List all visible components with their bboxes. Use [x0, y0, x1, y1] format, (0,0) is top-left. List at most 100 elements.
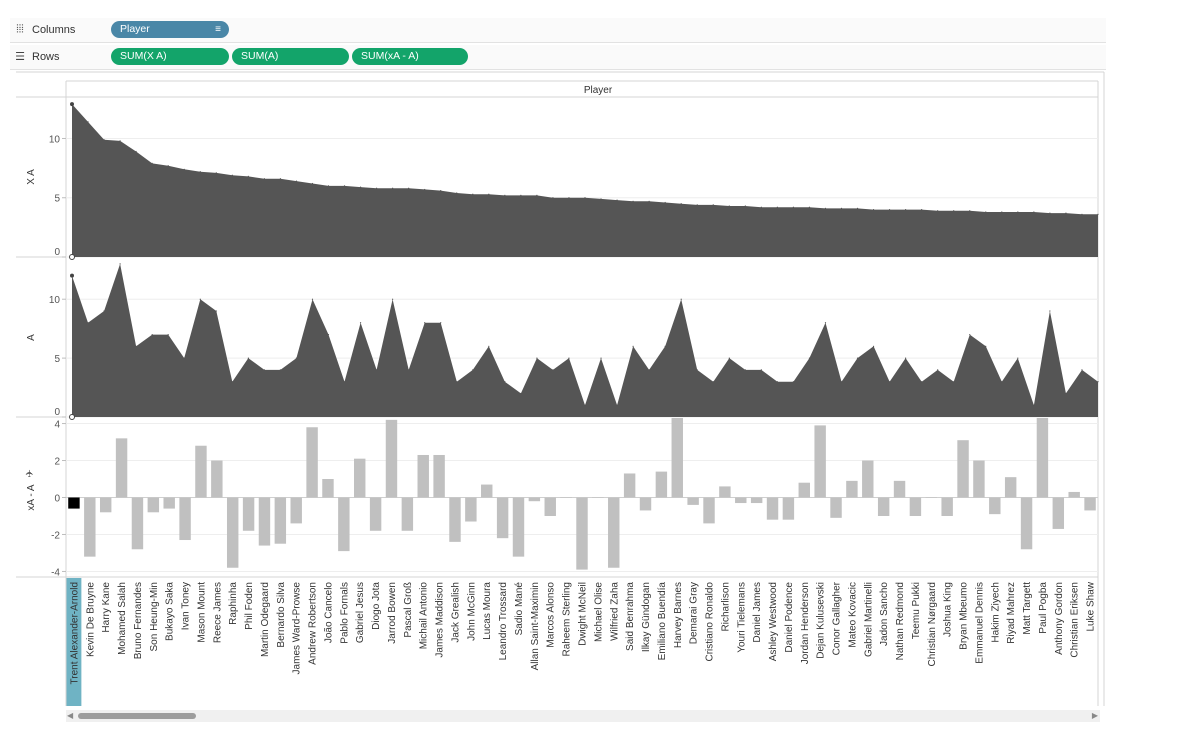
panel-0-point-15[interactable] [311, 182, 314, 185]
panel-2-bar-1[interactable] [84, 497, 96, 557]
category-label-53[interactable]: Teemu Pukki [911, 582, 922, 639]
panel-0-point-29[interactable] [536, 194, 538, 196]
panel-0-point-0[interactable] [70, 102, 74, 107]
category-label-42[interactable]: Youri Tielemans [736, 582, 747, 653]
category-label-4[interactable]: Bruno Fernandes [133, 582, 144, 659]
category-label-25[interactable]: John McGinn [466, 582, 477, 641]
category-label-11[interactable]: Phil Foden [244, 582, 255, 630]
panel-2-bar-18[interactable] [354, 458, 366, 498]
panel-2-bar-56[interactable] [957, 440, 969, 498]
panel-2-bar-15[interactable] [306, 427, 318, 498]
panel-0-point-45[interactable] [792, 206, 795, 208]
panel-1-point-55[interactable] [953, 381, 955, 383]
scrollbar-thumb[interactable] [78, 713, 196, 719]
panel-0-point-50[interactable] [872, 208, 875, 211]
panel-0-point-48[interactable] [840, 207, 843, 210]
panel-2-bar-31[interactable] [560, 497, 572, 499]
category-label-47[interactable]: Dejan Kulusevski [816, 582, 827, 659]
panel-1-point-61[interactable] [1049, 310, 1051, 312]
panel-2-bar-19[interactable] [369, 497, 382, 531]
panel-0-point-8[interactable] [199, 171, 201, 173]
panel-0-point-46[interactable] [808, 206, 811, 208]
panel-0-point-28[interactable] [520, 194, 522, 196]
panel-0-point-17[interactable] [343, 185, 346, 187]
panel-1-point-52[interactable] [905, 357, 907, 359]
panel-1-point-12[interactable] [263, 369, 265, 371]
panel-1-point-57[interactable] [985, 345, 987, 347]
category-label-46[interactable]: Jordan Henderson [800, 582, 811, 664]
category-label-49[interactable]: Mateo Kovacic [847, 582, 858, 648]
panel-2-bar-32[interactable] [576, 497, 588, 570]
panel-1-point-40[interactable] [712, 381, 714, 383]
category-label-56[interactable]: Bryan Mbeumo [959, 582, 970, 650]
panel-1-point-46[interactable] [808, 357, 811, 359]
panel-2-bar-64[interactable] [1084, 497, 1096, 511]
panel-2-bar-53[interactable] [909, 497, 922, 516]
category-label-7[interactable]: Ivan Toney [181, 582, 192, 630]
category-label-62[interactable]: Anthony Gordon [1054, 582, 1065, 655]
panel-2-bar-27[interactable] [496, 497, 509, 539]
panel-2-bar-9[interactable] [211, 460, 223, 498]
panel-1-point-0[interactable] [70, 273, 74, 278]
category-label-34[interactable]: Wilfried Zaha [609, 582, 620, 641]
panel-2-bar-59[interactable] [1004, 477, 1017, 498]
panel-0-point-16[interactable] [327, 185, 330, 187]
panel-2-bar-49[interactable] [846, 480, 858, 498]
category-label-8[interactable]: Mason Mount [196, 582, 207, 643]
category-label-51[interactable]: Jadon Sancho [879, 582, 890, 646]
panel-2-bar-30[interactable] [544, 497, 556, 516]
category-label-48[interactable]: Conor Gallagher [832, 581, 843, 655]
panel-1-point-48[interactable] [840, 381, 843, 383]
panel-1-point-15[interactable] [311, 298, 314, 300]
panel-0-point-59[interactable] [1017, 211, 1019, 213]
category-label-3[interactable]: Mohamed Salah [117, 582, 128, 655]
category-label-36[interactable]: Ilkay Gündogan [641, 582, 652, 652]
panel-2-bar-50[interactable] [862, 460, 874, 498]
panel-0-point-62[interactable] [1065, 212, 1067, 214]
panel-1-point-20[interactable] [392, 298, 394, 300]
category-label-21[interactable]: Pascal Groß [403, 582, 414, 638]
panel-1-point-35[interactable] [632, 345, 634, 347]
panel-1-point-37[interactable] [664, 345, 666, 347]
panel-0-point-9[interactable] [215, 172, 217, 174]
panel-1-point-53[interactable] [921, 381, 923, 383]
panel-2-bar-58[interactable] [989, 497, 1001, 515]
category-label-18[interactable]: Gabriel Jesus [355, 582, 366, 643]
panel-1-point-14[interactable] [295, 357, 298, 359]
panel-1-point-47[interactable] [824, 322, 827, 324]
category-label-5[interactable]: Son Heung-Min [149, 582, 160, 651]
panel-2-bar-3[interactable] [115, 438, 128, 498]
panel-1-point-10[interactable] [231, 381, 233, 383]
panel-2-bar-28[interactable] [512, 497, 525, 557]
panel-1-point-22[interactable] [424, 322, 426, 324]
panel-2-bar-16[interactable] [322, 479, 334, 498]
panel-1-point-17[interactable] [343, 381, 346, 383]
panel-1-point-18[interactable] [359, 322, 362, 324]
panel-2-bar-60[interactable] [1020, 497, 1033, 550]
panel-1-point-30[interactable] [552, 369, 554, 371]
category-label-41[interactable]: Richarlison [720, 582, 731, 631]
category-label-15[interactable]: Andrew Robertson [308, 582, 319, 665]
panel-1-point-29[interactable] [536, 357, 538, 359]
panel-1-point-26[interactable] [488, 345, 490, 347]
panel-2-bar-11[interactable] [242, 497, 255, 531]
panel-0-point-58[interactable] [1001, 211, 1003, 213]
panel-1-point-63[interactable] [1081, 369, 1083, 371]
panel-0-point-13[interactable] [279, 178, 282, 180]
panel-0-point-38[interactable] [680, 203, 682, 205]
category-label-59[interactable]: Riyad Mahrez [1006, 582, 1017, 644]
panel-0-point-24[interactable] [456, 192, 458, 194]
panel-0-point-7[interactable] [183, 168, 185, 170]
panel-0-point-60[interactable] [1033, 211, 1035, 213]
panel-0-point-63[interactable] [1081, 213, 1083, 215]
category-label-6[interactable]: Bukayo Saka [165, 582, 176, 641]
panel-2-bar-17[interactable] [338, 497, 350, 552]
panel-0-point-25[interactable] [472, 193, 474, 195]
panel-2-bar-37[interactable] [655, 471, 668, 498]
panel-1-point-11[interactable] [247, 357, 249, 359]
panel-0-point-32[interactable] [584, 197, 586, 199]
category-label-61[interactable]: Paul Pogba [1038, 582, 1049, 634]
panel-2-bar-2[interactable] [99, 497, 112, 513]
panel-2-bar-24[interactable] [449, 497, 461, 542]
panel-0-point-10[interactable] [231, 174, 233, 176]
